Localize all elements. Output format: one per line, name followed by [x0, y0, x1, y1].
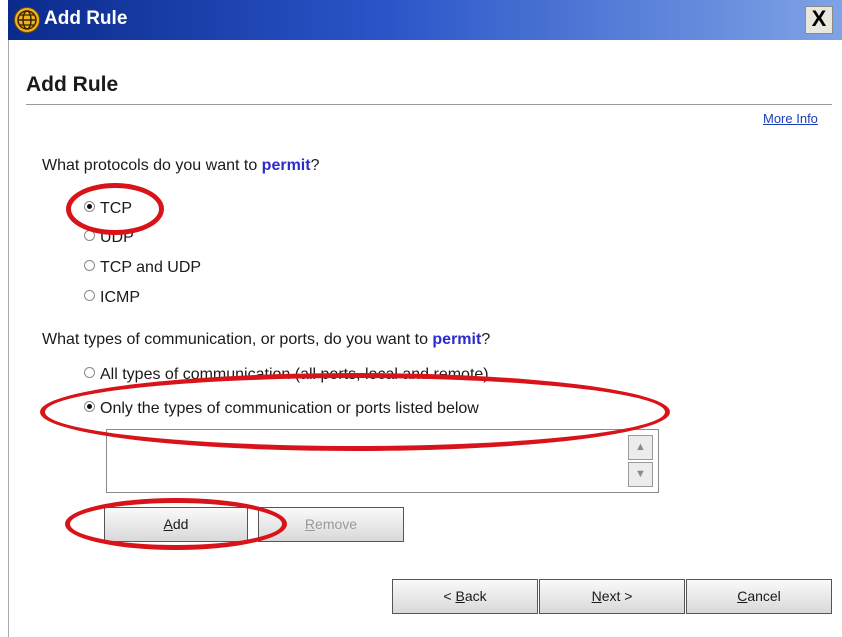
radio-tcp[interactable]: TCP [84, 200, 132, 220]
radio-label: UDP [100, 229, 134, 246]
window-title: Add Rule [44, 8, 128, 29]
heading-divider [26, 104, 832, 105]
radio-button[interactable] [84, 401, 95, 413]
radio-udp[interactable]: UDP [84, 229, 134, 249]
scroll-up-icon[interactable]: ▲ [628, 435, 653, 460]
radio-button[interactable] [84, 201, 95, 213]
scroll-down-icon[interactable]: ▼ [628, 462, 653, 487]
more-info-link[interactable]: More Info [763, 111, 818, 126]
globe-icon [14, 7, 40, 33]
remove-label-rest: emove [315, 516, 358, 532]
radio-tcp-and-udp[interactable]: TCP and UDP [84, 259, 201, 279]
page-title: Add Rule [26, 73, 119, 96]
back-prefix: < [443, 588, 456, 604]
title-bar [8, 0, 842, 40]
add-mnemonic: A [163, 516, 173, 532]
radio-label: All types of communication (all ports, l… [100, 366, 489, 383]
radio-label: Only the types of communication or ports… [100, 400, 479, 417]
close-button[interactable]: X [805, 6, 833, 34]
radio-label: TCP and UDP [100, 259, 202, 276]
ports-question-suffix: ? [481, 331, 491, 348]
radio-all-ports[interactable]: All types of communication (all ports, l… [84, 366, 489, 386]
next-label-rest: ext > [601, 588, 633, 604]
cancel-mnemonic: C [737, 588, 748, 604]
radio-button[interactable] [84, 260, 95, 272]
protocols-question-suffix: ? [310, 157, 320, 174]
add-label-rest: dd [172, 516, 189, 532]
ports-question-keyword: permit [432, 331, 482, 348]
radio-button[interactable] [84, 230, 95, 242]
protocols-question-keyword: permit [261, 157, 311, 174]
ports-question-text: What types of communication, or ports, d… [42, 331, 433, 348]
remove-button[interactable]: Remove [258, 507, 404, 542]
ports-question: What types of communication, or ports, d… [42, 331, 490, 349]
ports-list[interactable] [106, 429, 659, 493]
remove-mnemonic: R [304, 516, 316, 532]
protocols-question-text: What protocols do you want to [42, 157, 262, 174]
radio-label: TCP [100, 200, 132, 217]
radio-label: ICMP [100, 289, 140, 306]
next-mnemonic: N [591, 588, 602, 604]
back-label-rest: ack [464, 588, 487, 604]
window-border [8, 40, 9, 637]
cancel-button[interactable]: Cancel [686, 579, 832, 614]
radio-button[interactable] [84, 290, 95, 302]
radio-button[interactable] [84, 367, 95, 379]
radio-listed-ports[interactable]: Only the types of communication or ports… [84, 400, 479, 420]
back-button[interactable]: < Back [392, 579, 538, 614]
radio-icmp[interactable]: ICMP [84, 289, 140, 309]
next-button[interactable]: Next > [539, 579, 685, 614]
add-button[interactable]: Add [104, 507, 248, 542]
protocols-question: What protocols do you want to permit? [42, 157, 319, 175]
back-mnemonic: B [455, 588, 465, 604]
cancel-label-rest: ancel [747, 588, 781, 604]
